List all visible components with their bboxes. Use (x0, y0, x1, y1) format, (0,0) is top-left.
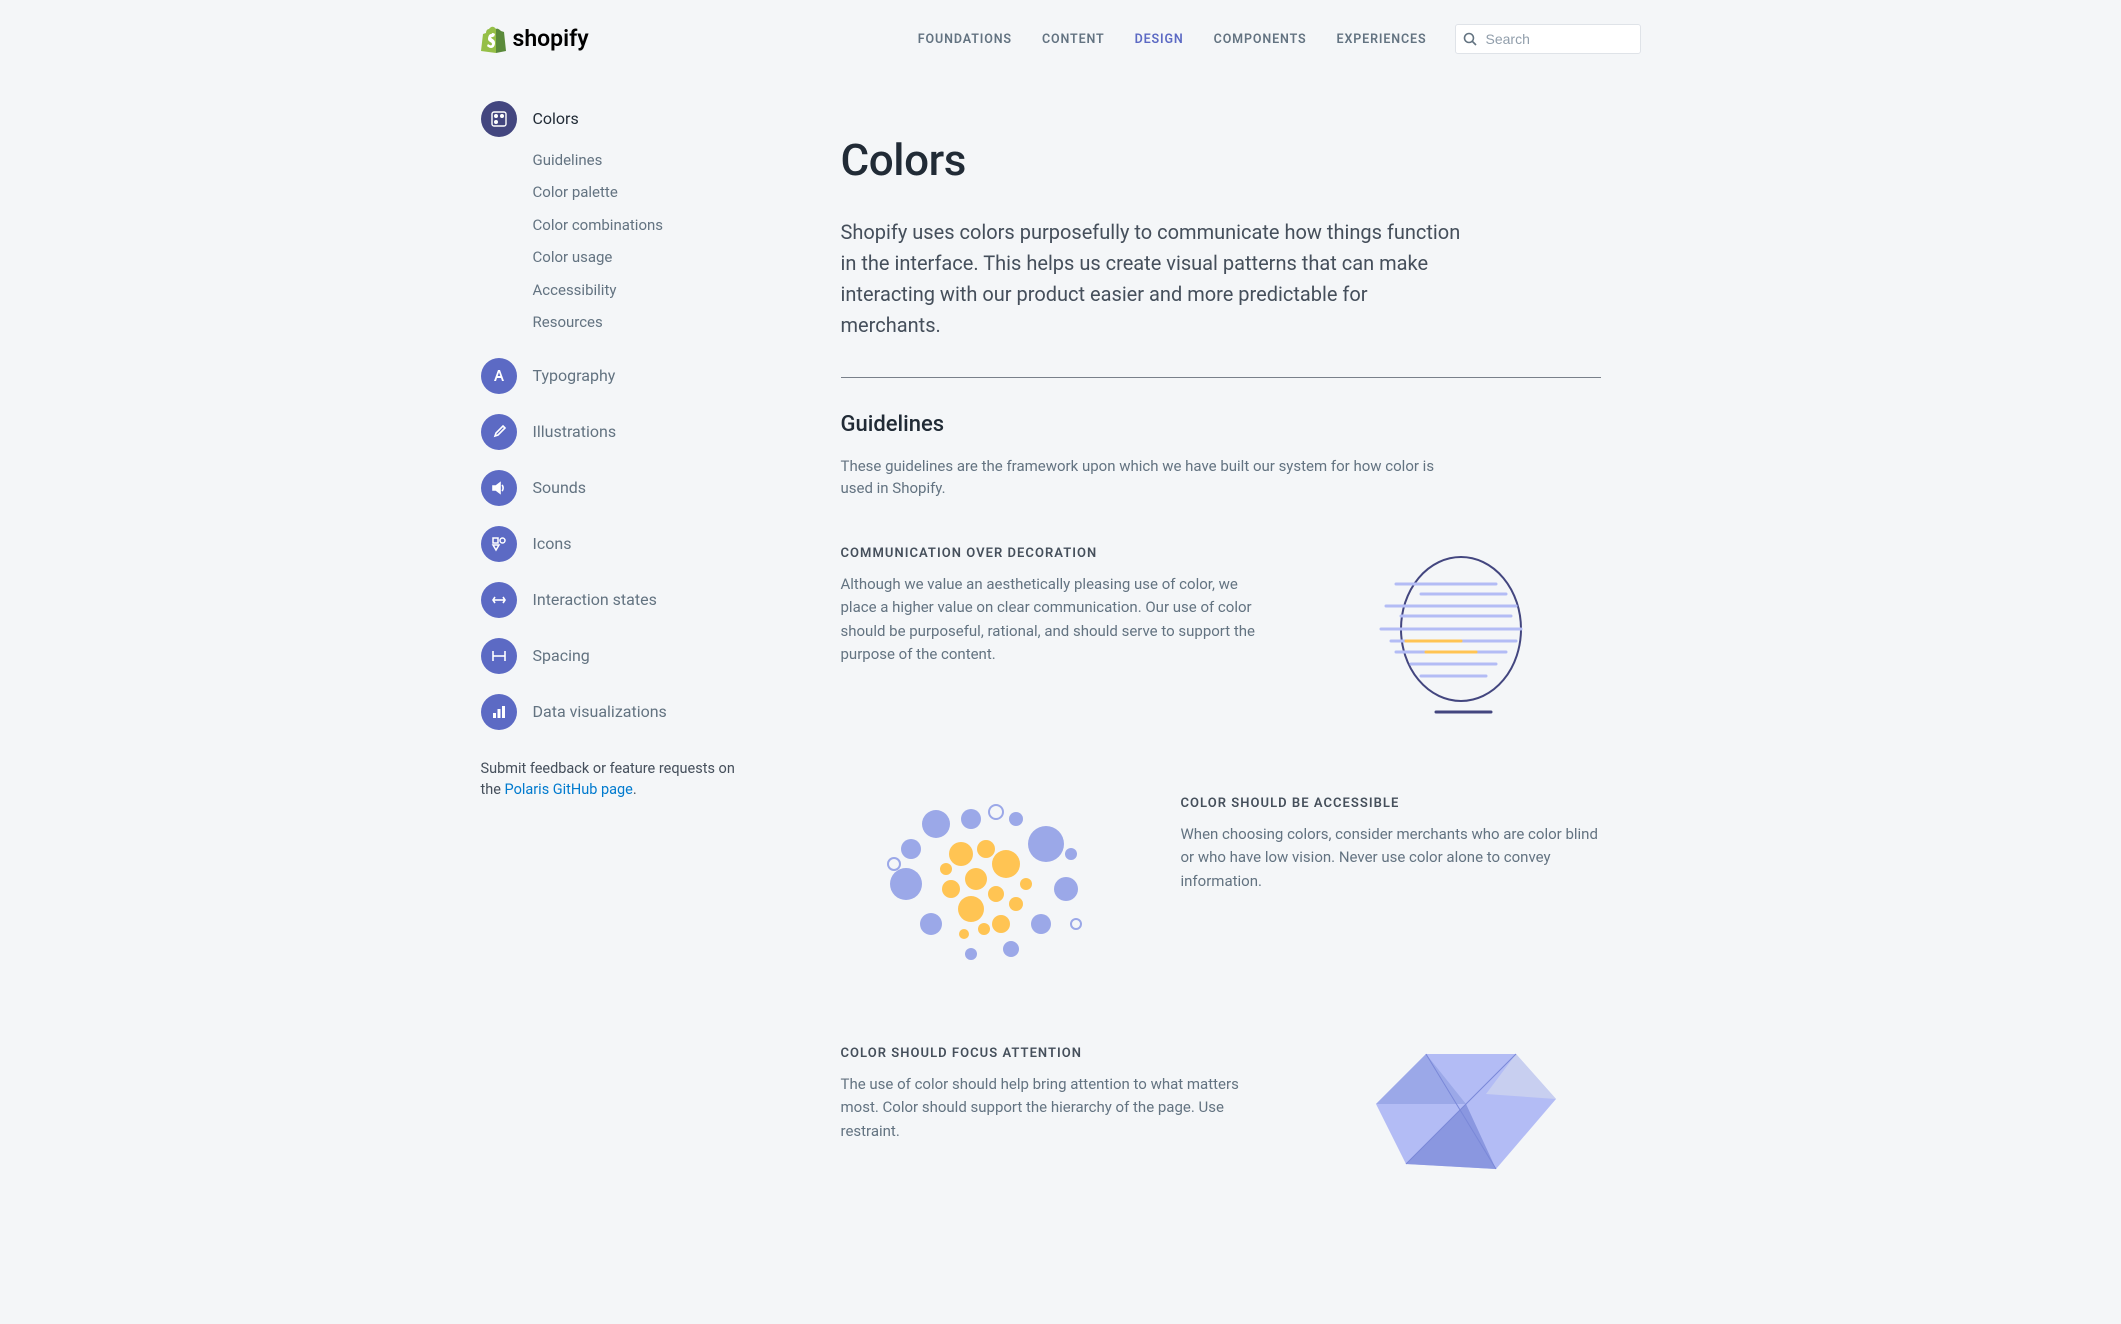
sidebar-item-label: Typography (533, 364, 616, 388)
search-input[interactable] (1455, 24, 1641, 54)
sidebar-item-label: Sounds (533, 476, 587, 500)
palette-icon (481, 101, 517, 137)
sidebar-sub-nav: Guidelines Color palette Color combinati… (481, 147, 741, 348)
guideline-eyebrow: COLOR SHOULD BE ACCESSIBLE (1181, 794, 1601, 814)
guideline-body: The use of color should help bring atten… (841, 1073, 1261, 1143)
guideline-eyebrow: COLOR SHOULD FOCUS ATTENTION (841, 1044, 1261, 1064)
search-icon (1463, 32, 1477, 46)
shopify-bag-icon (481, 25, 507, 53)
sidebar-item-typography[interactable]: Typography (481, 348, 741, 404)
sub-guidelines[interactable]: Guidelines (533, 149, 741, 172)
illustration-gem (1311, 1044, 1601, 1174)
primary-nav: FOUNDATIONS CONTENT DESIGN COMPONENTS EX… (918, 22, 1427, 56)
typography-icon (481, 358, 517, 394)
sub-color-usage[interactable]: Color usage (533, 246, 741, 269)
guidelines-heading: Guidelines (841, 408, 1601, 441)
page-title: Colors (841, 127, 1601, 193)
sidebar-item-label: Colors (533, 107, 579, 131)
tab-components[interactable]: COMPONENTS (1214, 22, 1307, 56)
tab-foundations[interactable]: FOUNDATIONS (918, 22, 1012, 56)
sidebar-item-illustrations[interactable]: Illustrations (481, 404, 741, 460)
sidebar-item-label: Spacing (533, 644, 590, 668)
guideline-eyebrow: COMMUNICATION OVER DECORATION (841, 544, 1261, 564)
tab-experiences[interactable]: EXPERIENCES (1337, 22, 1427, 56)
sidebar-item-label: Data visualizations (533, 700, 667, 724)
brush-icon (481, 414, 517, 450)
sub-resources[interactable]: Resources (533, 311, 741, 334)
guidelines-intro: These guidelines are the framework upon … (841, 455, 1461, 500)
sidebar-item-label: Illustrations (533, 420, 617, 444)
sidebar-item-data-visualizations[interactable]: Data visualizations (481, 684, 741, 740)
illustration-lens (1311, 544, 1601, 724)
sidebar-item-spacing[interactable]: Spacing (481, 628, 741, 684)
tab-content[interactable]: CONTENT (1042, 22, 1105, 56)
divider (841, 377, 1601, 378)
guideline-body: Although we value an aesthetically pleas… (841, 573, 1261, 666)
guideline-block: COLOR SHOULD BE ACCESSIBLE When choosing… (841, 794, 1601, 974)
shapes-icon (481, 526, 517, 562)
sub-accessibility[interactable]: Accessibility (533, 279, 741, 302)
sidebar-item-colors[interactable]: Colors (481, 91, 741, 147)
page-lead: Shopify uses colors purposefully to comm… (841, 217, 1461, 341)
spacing-icon (481, 638, 517, 674)
sound-icon (481, 470, 517, 506)
top-bar: shopify FOUNDATIONS CONTENT DESIGN COMPO… (441, 0, 1681, 57)
sub-color-combinations[interactable]: Color combinations (533, 214, 741, 237)
brand-logo[interactable]: shopify (481, 22, 589, 57)
sidebar-item-interaction-states[interactable]: Interaction states (481, 572, 741, 628)
sidebar-item-label: Interaction states (533, 588, 657, 612)
sidebar-item-sounds[interactable]: Sounds (481, 460, 741, 516)
brand-name: shopify (513, 22, 589, 57)
search-wrap (1455, 24, 1641, 54)
tab-design[interactable]: DESIGN (1135, 22, 1184, 56)
main-content: Colors Shopify uses colors purposefully … (841, 91, 1601, 1244)
sub-color-palette[interactable]: Color palette (533, 181, 741, 204)
sidebar-item-label: Icons (533, 532, 572, 556)
feedback-note: Submit feedback or feature requests on t… (481, 758, 741, 802)
feedback-link[interactable]: Polaris GitHub page (505, 781, 633, 798)
guideline-block: COLOR SHOULD FOCUS ATTENTION The use of … (841, 1044, 1601, 1174)
guideline-block: COMMUNICATION OVER DECORATION Although w… (841, 544, 1601, 724)
sidebar: Colors Guidelines Color palette Color co… (481, 91, 741, 1244)
chart-icon (481, 694, 517, 730)
states-icon (481, 582, 517, 618)
illustration-dots (841, 794, 1131, 974)
guideline-body: When choosing colors, consider merchants… (1181, 823, 1601, 893)
sidebar-item-icons[interactable]: Icons (481, 516, 741, 572)
